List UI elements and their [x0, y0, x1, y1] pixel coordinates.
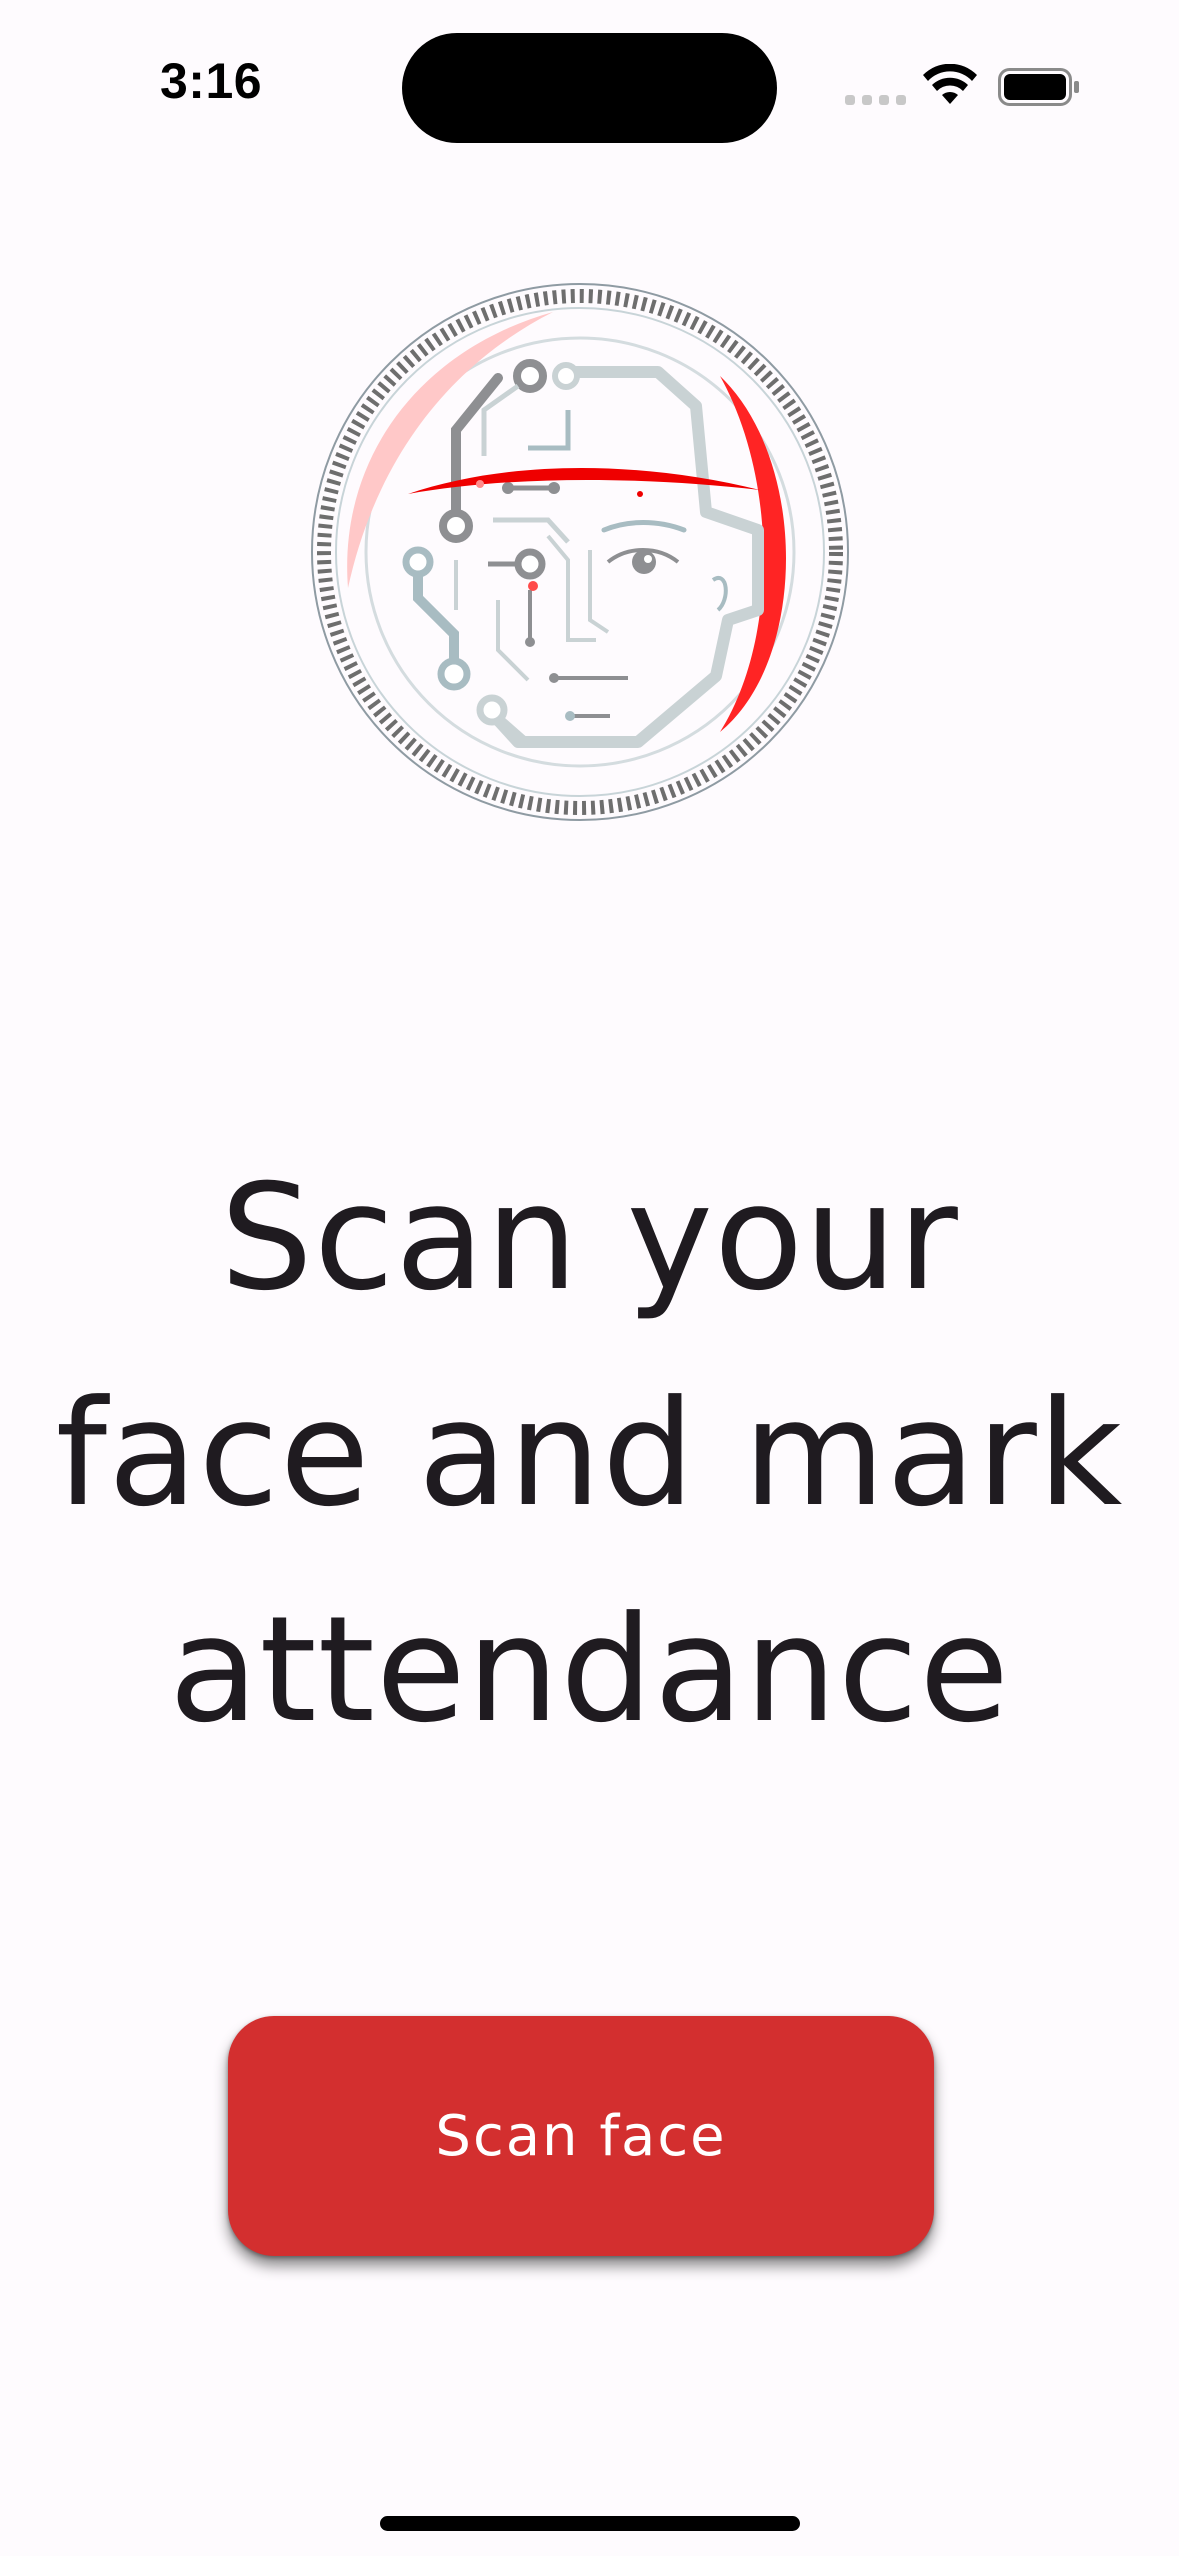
face-scan-circuit-icon [311, 283, 849, 821]
scan-face-button[interactable]: Scan face [228, 2016, 934, 2256]
headline: Scan your face and mark attendance [55, 1153, 1124, 1755]
wifi-icon [923, 64, 977, 104]
cellular-signal-icon [845, 95, 907, 107]
battery-full-icon [998, 68, 1079, 106]
dynamic-island [402, 33, 777, 143]
status-time: 3:16 [160, 53, 263, 109]
home-indicator[interactable] [380, 2516, 800, 2531]
status-bar: 3:16 [0, 0, 1179, 150]
